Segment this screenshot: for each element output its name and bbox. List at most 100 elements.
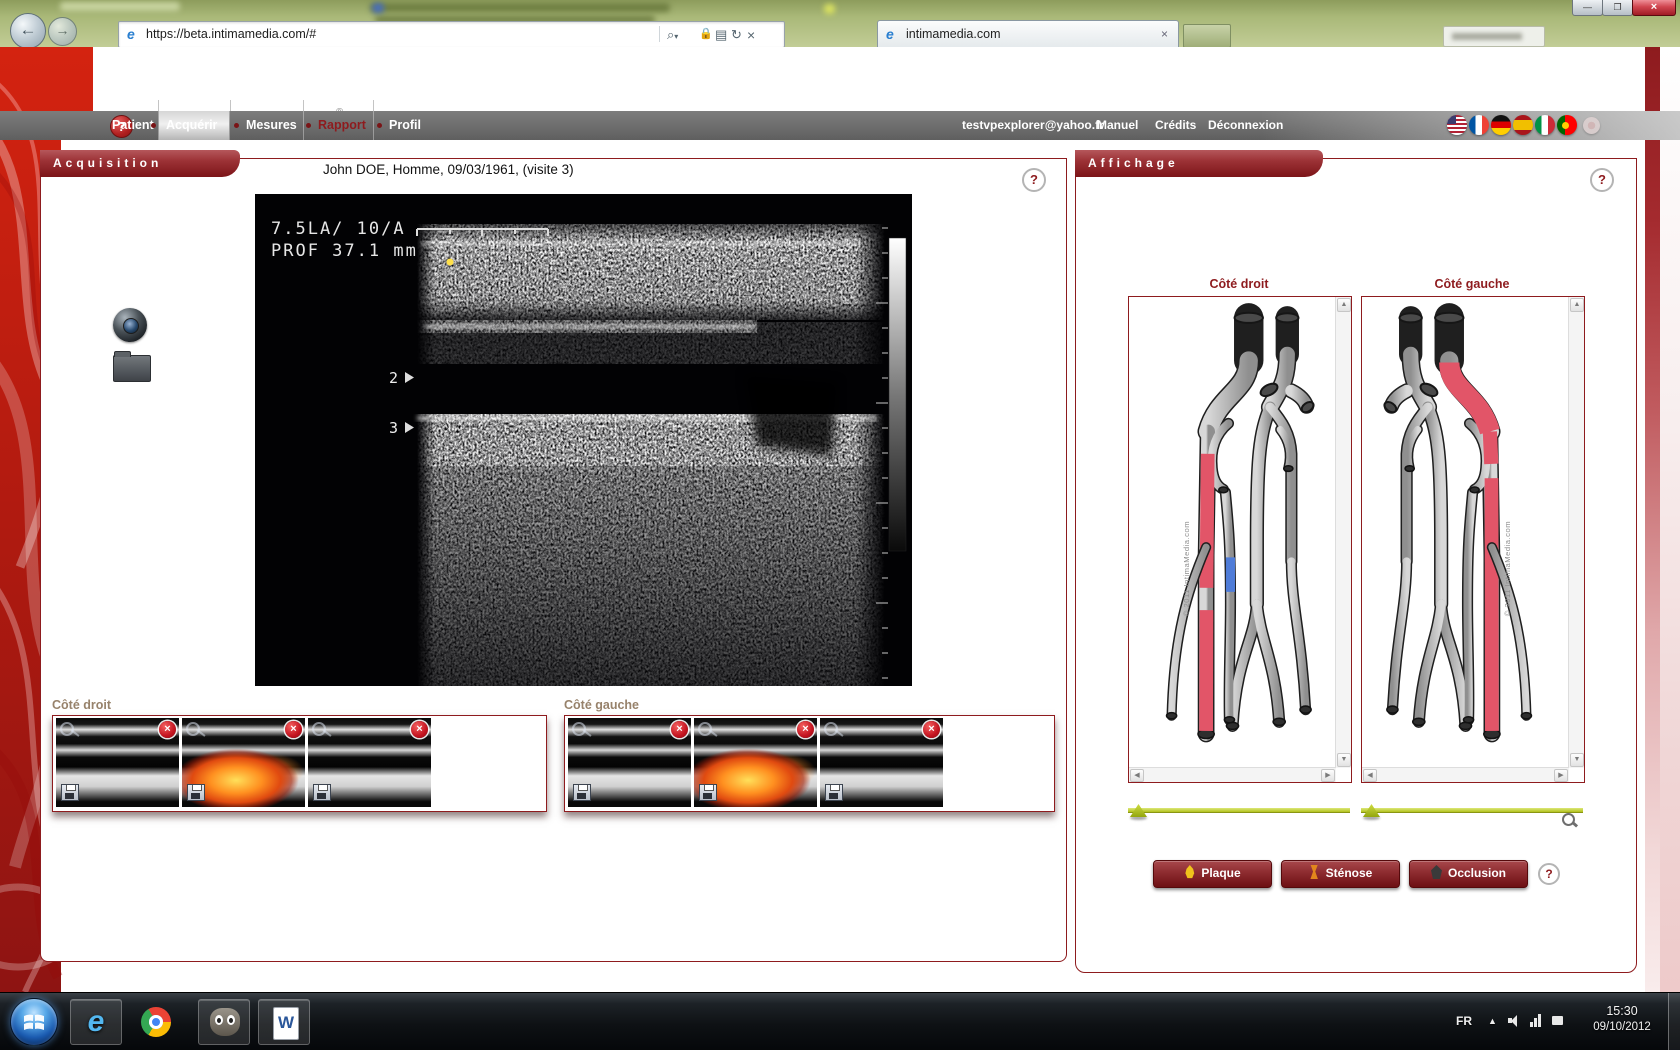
nav-bullet [234,123,239,128]
window-close-button[interactable]: × [1632,0,1676,16]
thumbnail-right-3[interactable]: × [308,718,431,807]
folder-open-icon[interactable] [113,355,151,382]
scroll-right-icon[interactable]: ▶ [1554,769,1568,782]
legend-stenose-button[interactable]: Sténose [1281,860,1400,888]
thumb-save-icon[interactable] [573,784,591,801]
taskbar-chrome-button[interactable] [130,999,182,1045]
thumb-camera-icon [824,722,838,736]
tray-expand-icon[interactable]: ▲ [1488,1016,1497,1026]
window-minimize-button[interactable]: — [1572,0,1603,16]
nav-item-rapport[interactable]: Rapport [318,118,366,132]
scroll-down-icon[interactable]: ▼ [1337,753,1351,767]
scroll-left-icon[interactable]: ◀ [1130,769,1144,782]
header-divider [158,100,159,111]
slider-track[interactable] [1128,808,1350,813]
nav-item-manuel[interactable]: Manuel [1097,118,1138,132]
taskbar-word-button[interactable]: W [258,999,310,1045]
diagram-left-zoom-slider[interactable] [1361,803,1583,819]
refresh-icon[interactable]: ↻ [731,27,742,43]
plaque-segment[interactable] [1206,454,1207,588]
thumbnail-left-2-doppler[interactable]: × [694,718,817,807]
ultrasound-image[interactable]: 7.5LA/ 10/A PROF 37.1 mm 2 3 [255,194,912,686]
nav-item-credits[interactable]: Crédits [1155,118,1196,132]
taskbar-ie-button[interactable]: e [70,999,122,1045]
acquisition-help-button[interactable]: ? [1022,168,1046,192]
taskbar-clock[interactable]: 15:30 09/10/2012 [1580,998,1664,1046]
browser-tab[interactable]: e intimamedia.com × [877,20,1179,48]
thumb-delete-button[interactable]: × [411,721,428,738]
language-indicator[interactable]: FR [1456,1014,1472,1028]
flag-it-icon[interactable] [1535,115,1555,135]
legend-occlusion-button[interactable]: Occlusion [1409,860,1528,888]
nav-item-profil[interactable]: Profil [389,118,421,132]
stop-icon[interactable]: × [747,27,755,43]
stenose-icon [1309,865,1320,879]
nav-item-mesures[interactable]: Mesures [246,118,297,132]
action-center-icon[interactable] [1552,1016,1563,1025]
thumb-delete-button[interactable]: × [285,721,302,738]
artery-diagram-right[interactable]: © 2011 IntimaMedia.com ▲ ▼ ◀ ▶ [1128,296,1352,783]
plaque-segment[interactable] [1490,432,1491,464]
scroll-down-icon[interactable]: ▼ [1570,753,1584,767]
network-icon[interactable] [1530,1013,1544,1027]
flag-pt-icon[interactable] [1557,115,1577,135]
nav-item-deconnexion[interactable]: Déconnexion [1208,118,1283,132]
scroll-up-icon[interactable]: ▲ [1570,298,1584,312]
diagram-right-vscrollbar[interactable]: ▲ ▼ [1335,297,1351,768]
legend-plaque-button[interactable]: Plaque [1153,860,1272,888]
thumb-save-icon[interactable] [187,784,205,801]
compatibility-icon[interactable]: ▤ [715,27,727,43]
help-icon: ? [1030,172,1038,187]
thumb-save-icon[interactable] [825,784,843,801]
browser-back-button[interactable]: ← [10,13,46,49]
camera-capture-icon[interactable] [113,308,147,342]
thumb-delete-button[interactable]: × [671,721,688,738]
thumbnail-right-2-doppler[interactable]: × [182,718,305,807]
diagram-right-hscrollbar[interactable]: ◀ ▶ [1129,767,1336,782]
legend-help-button[interactable]: ? [1538,863,1560,885]
legend-stenose-label: Sténose [1326,866,1373,880]
thumb-save-icon[interactable] [61,784,79,801]
affichage-help-button[interactable]: ? [1590,168,1614,192]
windows-taskbar: e W FR ▲ 15:30 09/10/2012 [0,992,1680,1050]
user-email: testvpexplorer@yahoo.fr [962,118,1104,132]
thumb-save-icon[interactable] [699,784,717,801]
flag-es-icon[interactable] [1513,115,1533,135]
artery-diagram-left[interactable]: © 2011 IntimaMedia.com ▲ ▼ ◀ ▶ [1361,296,1585,783]
window-maximize-button[interactable]: ❐ [1602,0,1633,16]
show-desktop-button[interactable] [1668,993,1680,1050]
thumb-delete-button[interactable]: × [923,721,940,738]
taskbar-gimp-button[interactable] [198,999,250,1045]
slider-track[interactable] [1361,808,1583,813]
diagram-right-zoom-slider[interactable] [1128,803,1350,819]
thumb-delete-button[interactable]: × [797,721,814,738]
scroll-left-icon[interactable]: ◀ [1363,769,1377,782]
thumbnail-left-1[interactable]: × [568,718,691,807]
start-button[interactable] [10,998,58,1046]
nav-item-patient[interactable]: Patient [112,118,154,132]
volume-icon[interactable] [1508,1015,1520,1027]
browser-forward-button[interactable]: → [48,17,77,46]
diagram-left-vscrollbar[interactable]: ▲ ▼ [1568,297,1584,768]
diagram-left-hscrollbar[interactable]: ◀ ▶ [1362,767,1569,782]
flag-de-icon[interactable] [1491,115,1511,135]
scroll-up-icon[interactable]: ▲ [1337,298,1351,312]
thumb-delete-button[interactable]: × [159,721,176,738]
address-bar[interactable]: e https://beta.intimamedia.com/# ⌕▾ 🔒 ▤ … [118,21,785,48]
tab-close-icon[interactable]: × [1161,27,1168,41]
flag-us-icon[interactable] [1447,115,1467,135]
url-text[interactable]: https://beta.intimamedia.com/# [146,27,316,41]
new-tab-button[interactable] [1183,24,1231,48]
search-icon[interactable]: ⌕▾ [667,27,678,43]
nav-item-acquerir[interactable]: Acquérir [166,118,217,132]
thumbnail-left-3[interactable]: × [820,718,943,807]
flag-fr-icon[interactable] [1469,115,1489,135]
thumbnail-right-1[interactable]: × [56,718,179,807]
thumbs-right-label: Côté droit [52,698,111,712]
us-measure-point[interactable] [447,259,454,266]
word-icon: W [273,1007,299,1040]
scroll-right-icon[interactable]: ▶ [1321,769,1335,782]
help-icon: ? [1545,867,1552,881]
zoom-magnifier-icon[interactable] [1561,812,1579,830]
thumb-save-icon[interactable] [313,784,331,801]
